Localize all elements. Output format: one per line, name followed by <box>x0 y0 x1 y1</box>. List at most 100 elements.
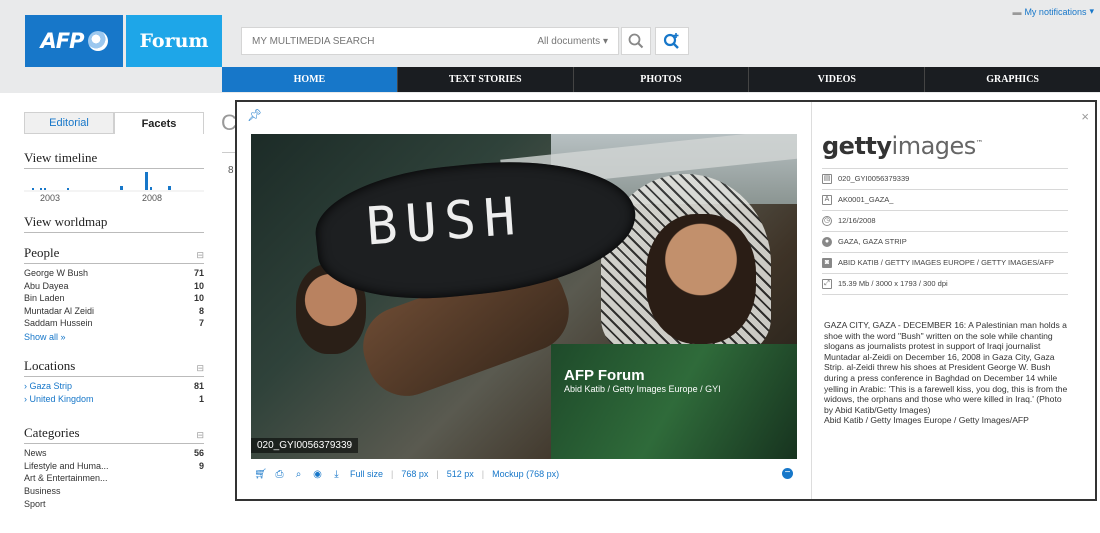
facet-count: 71 <box>193 268 204 278</box>
caption-text: GAZA CITY, GAZA - DECEMBER 16: A Palesti… <box>824 320 1068 415</box>
caption-credit: Abid Katib / Getty Images Europe / Getty… <box>824 415 1029 426</box>
worldmap-heading[interactable]: View worldmap <box>24 214 204 233</box>
search-box: All documents ▾ <box>241 27 619 55</box>
notifications-link[interactable]: ▬ My notifications ▾ <box>1012 6 1094 17</box>
globe-icon <box>87 31 108 51</box>
advanced-search-button[interactable] <box>655 27 689 55</box>
forum-logo-text: Forum <box>139 30 209 52</box>
globe-icon[interactable]: ◉ <box>312 469 323 480</box>
camera-icon: ◙ <box>822 258 832 268</box>
media-preview-modal: 📌︎ × BUSH AFP Forum Abid Katib / Getty I… <box>235 100 1097 501</box>
getty-images-logo: gettyimages™ <box>822 132 983 160</box>
zoom-icon[interactable]: ⌕ <box>293 469 304 480</box>
chevron-down-icon: ▾ <box>1089 6 1094 16</box>
separator: | <box>436 469 439 479</box>
cart-icon[interactable]: 🛒︎ <box>254 469 267 480</box>
collapse-icon[interactable]: ⊟ <box>196 250 204 261</box>
sidebar-tabs: Editorial Facets <box>24 112 204 134</box>
search-icon <box>628 33 644 49</box>
show-all-link[interactable]: Show all » <box>24 330 204 344</box>
afp-logo-text: AFP <box>40 29 85 53</box>
people-heading: People ⊟ <box>24 245 204 264</box>
facet-count: 1 <box>198 393 204 404</box>
photo-id-label: 020_GYI0056379339 <box>251 438 359 453</box>
search-button[interactable] <box>621 27 651 55</box>
meta-location-row: ● GAZA, GAZA STRIP <box>822 231 1068 252</box>
logo-bold: getty <box>822 132 892 160</box>
facet-item[interactable]: Lifestyle and Huma... 9 <box>24 460 204 473</box>
meta-file-info: 15.39 Mb / 3000 x 1793 / 300 dpi <box>838 279 948 288</box>
timeline-chart[interactable]: 2003 2008 <box>24 169 204 209</box>
background-result-count: 8 <box>228 165 234 176</box>
facet-label: Sport <box>24 498 46 509</box>
size-512-link[interactable]: 512 px <box>447 469 474 479</box>
afp-logo[interactable]: AFP <box>25 15 123 67</box>
facet-label: Bin Laden <box>24 293 65 304</box>
download-icon[interactable]: ⤓ <box>331 469 342 480</box>
facet-label: Saddam Hussein <box>24 318 93 329</box>
facet-item[interactable]: Saddam Hussein 7 <box>24 317 204 330</box>
size-768-link[interactable]: 768 px <box>401 469 428 479</box>
facet-item[interactable]: Art & Entertainmen... <box>24 472 204 485</box>
facet-count: 10 <box>193 280 204 291</box>
locations-heading: Locations ⊟ <box>24 358 204 377</box>
info-panel: gettyimages™ ▤ 020_GYI0056379339 A AK0001_… <box>811 102 1097 499</box>
facet-item[interactable]: George W Bush 71 <box>24 267 204 280</box>
separator: | <box>481 469 485 479</box>
meta-credit-row: ◙ ABID KATIB / GETTY IMAGES EUROPE / GETT… <box>822 252 1068 273</box>
print-icon[interactable]: ⎙ <box>274 469 285 480</box>
facet-count: 7 <box>198 318 204 329</box>
full-size-link[interactable]: Full size <box>350 469 383 479</box>
search-scope-select[interactable]: All documents ▾ <box>537 36 618 47</box>
chat-bubbles-icon: ▬ <box>1012 6 1022 17</box>
photo-flag <box>551 344 797 459</box>
timeline-year-start: 2003 <box>40 193 61 203</box>
mockup-link[interactable]: Mockup (768 px) <box>492 469 559 479</box>
facet-item[interactable]: Business <box>24 485 204 498</box>
facet-label: › Gaza Strip <box>24 380 72 393</box>
facet-label: › United Kingdom <box>24 393 94 406</box>
facet-item[interactable]: News 56 <box>24 447 204 460</box>
clock-icon: ◷ <box>822 216 832 226</box>
globe-icon: ● <box>822 237 832 247</box>
minus-circle-icon[interactable]: − <box>782 468 793 479</box>
preview-photo[interactable]: BUSH AFP Forum Abid Katib / Getty Images… <box>251 134 797 459</box>
metadata-list: ▤ 020_GYI0056379339 A AK0001_GAZA_ ◷ 12/16/… <box>822 168 1068 295</box>
worldmap-title: View worldmap <box>24 214 108 229</box>
facet-label: George W Bush <box>24 268 89 278</box>
search-input[interactable] <box>242 28 538 54</box>
categories-list: News 56 Lifestyle and Huma... 9 Art & Ente… <box>24 447 204 510</box>
main-nav: HOME TEXT STORIES PHOTOS VIDEOS GRAPHICS <box>222 67 1100 92</box>
facet-item[interactable]: › Gaza Strip 81 <box>24 380 204 393</box>
forum-logo[interactable]: Forum <box>126 15 222 67</box>
watermark-credit: Abid Katib / Getty Images Europe / GYI <box>564 384 721 394</box>
facet-item[interactable]: Abu Dayea 10 <box>24 280 204 293</box>
people-list: George W Bush 71 Abu Dayea 10 Bin Laden 10 … <box>24 267 204 344</box>
document-icon: ▤ <box>822 174 832 184</box>
timeline-heading[interactable]: View timeline <box>24 150 204 169</box>
logo-light: images <box>891 132 977 160</box>
collapse-icon[interactable]: ⊟ <box>196 363 204 374</box>
facet-count: 9 <box>198 460 204 471</box>
photo-toolbar: 🛒︎ ⎙ ⌕ ◉ ⤓ Full size | 768 px | 512 px |… <box>254 466 795 482</box>
tab-facets[interactable]: Facets <box>114 112 204 134</box>
facet-label: News <box>24 448 47 459</box>
meta-date: 12/16/2008 <box>838 216 876 225</box>
pin-icon[interactable]: 📌︎ <box>247 108 262 122</box>
tab-graphics[interactable]: GRAPHICS <box>924 67 1100 92</box>
meta-date-row: ◷ 12/16/2008 <box>822 210 1068 231</box>
photo-caption: GAZA CITY, GAZA - DECEMBER 16: A Palesti… <box>824 320 1072 426</box>
facet-item[interactable]: › United Kingdom 1 <box>24 393 204 406</box>
facet-item[interactable]: Bin Laden 10 <box>24 292 204 305</box>
facet-item[interactable]: Muntadar Al Zeidi 8 <box>24 305 204 318</box>
meta-id: 020_GYI0056379339 <box>838 174 910 183</box>
timeline-bars <box>24 172 204 192</box>
tab-editorial[interactable]: Editorial <box>24 112 114 134</box>
tab-videos[interactable]: VIDEOS <box>748 67 925 92</box>
meta-location: GAZA, GAZA STRIP <box>838 237 907 246</box>
facet-item[interactable]: Sport <box>24 498 204 511</box>
tab-home[interactable]: HOME <box>222 67 397 92</box>
tab-photos[interactable]: PHOTOS <box>572 67 749 92</box>
tab-text-stories[interactable]: TEXT STORIES <box>396 67 573 92</box>
collapse-icon[interactable]: ⊟ <box>196 430 204 441</box>
